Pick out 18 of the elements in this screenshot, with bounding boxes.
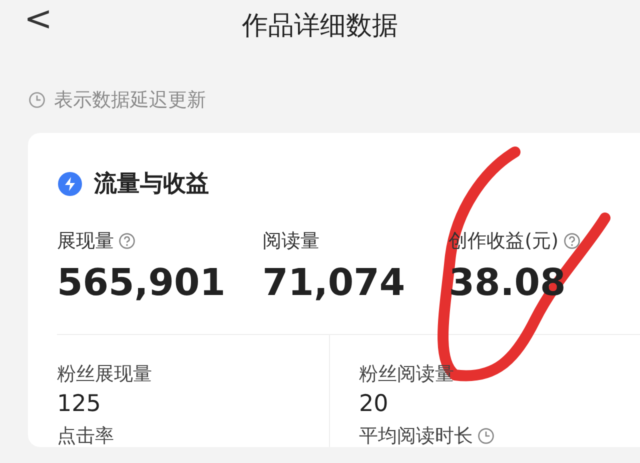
metric-value: 71,074 [262, 260, 406, 306]
stat-label: 粉丝展现量 [57, 362, 152, 385]
help-icon[interactable] [118, 232, 136, 250]
stat-label: 点击率 [57, 425, 114, 448]
lightning-icon [58, 172, 82, 196]
metric-label: 阅读量 [262, 229, 320, 254]
stat-value: 20 [359, 390, 388, 419]
back-button[interactable]: < [24, 2, 52, 36]
metric-value: 565,901 [57, 260, 226, 306]
card-title: 流量与收益 [94, 170, 209, 198]
stat-value: 125 [57, 390, 101, 419]
help-icon[interactable] [562, 232, 581, 250]
clock-icon [28, 91, 46, 110]
notice-text: 表示数据延迟更新 [54, 88, 206, 113]
metric-label: 展现量 [57, 229, 114, 254]
page-title: 作品详细数据 [242, 10, 398, 42]
stat-label: 平均阅读时长 [359, 425, 473, 448]
clock-icon [477, 427, 495, 446]
